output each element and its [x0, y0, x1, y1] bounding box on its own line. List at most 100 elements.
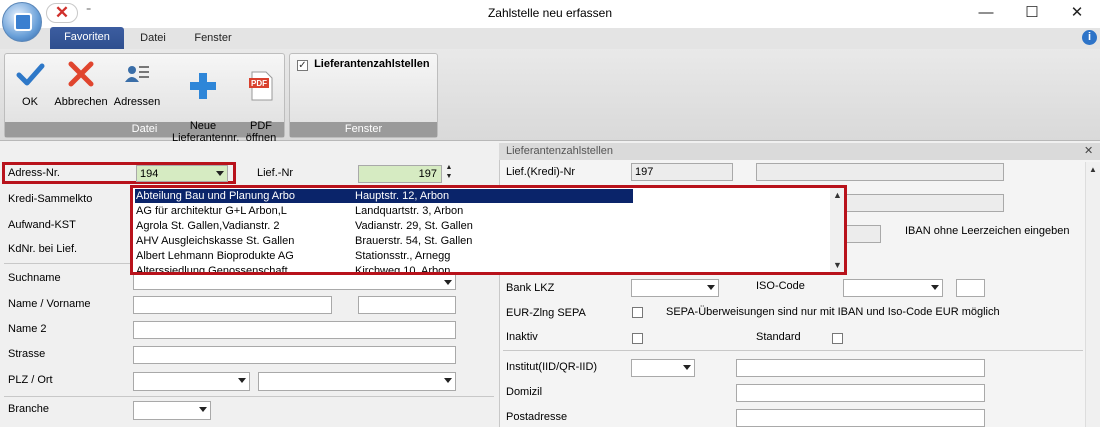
checkbox-checked[interactable]: ✓: [297, 60, 308, 71]
chevron-down-icon[interactable]: [931, 285, 939, 290]
plz-combobox[interactable]: [133, 372, 250, 391]
chevron-down-icon[interactable]: [444, 280, 452, 285]
institut-combobox[interactable]: [631, 359, 695, 377]
window-title: Zahlstelle neu erfassen: [487, 6, 613, 20]
list-item-address: Hauptstr. 12, Arbon: [355, 190, 450, 202]
pdf-file-icon: PDF: [245, 70, 277, 102]
iban-hint: IBAN ohne Leerzeichen eingeben: [905, 225, 1070, 237]
list-item-name: Abteilung Bau und Planung Arbo: [136, 190, 296, 202]
iso-extra-field[interactable]: [956, 279, 985, 297]
abbrechen-button[interactable]: Abbrechen: [52, 58, 110, 108]
scroll-down-icon[interactable]: ▼: [833, 260, 842, 270]
application-menu-button[interactable]: [2, 2, 42, 42]
chevron-down-icon[interactable]: [238, 378, 246, 383]
chevron-down-icon[interactable]: [199, 407, 207, 412]
postadresse-field[interactable]: [736, 409, 985, 427]
ok-label: OK: [22, 96, 38, 108]
adressen-button[interactable]: Adressen: [113, 58, 161, 108]
sepa-hint: SEPA-Überweisungen sind nur mit IBAN und…: [666, 306, 1000, 318]
lief-nr-label: Lief.-Nr: [257, 167, 294, 179]
lieferantenzahlstellen-label: Lieferantenzahlstellen: [314, 58, 430, 70]
panel-close-icon[interactable]: ✕: [1084, 144, 1093, 157]
inaktiv-checkbox[interactable]: [632, 333, 643, 344]
institut-label: Institut(IID/QR-IID): [506, 361, 598, 373]
close-button[interactable]: ✕: [1054, 0, 1100, 28]
panel-header: Lieferantenzahlstellen: [499, 143, 1100, 160]
adress-nr-combobox[interactable]: 194: [136, 165, 228, 182]
ort-combobox[interactable]: [258, 372, 456, 391]
group-label-fenster: Fenster: [290, 122, 437, 137]
iso-code-label: ISO-Code: [756, 280, 805, 292]
adressen-label: Adressen: [113, 96, 161, 108]
info-icon[interactable]: i: [1082, 30, 1097, 45]
scroll-up-icon[interactable]: ▲: [1089, 165, 1097, 174]
institut-field[interactable]: [736, 359, 985, 377]
name2-field[interactable]: [133, 321, 456, 339]
lieferantenzahlstellen-toggle[interactable]: ✓ Lieferantenzahlstellen: [297, 58, 430, 71]
chevron-down-icon[interactable]: [683, 365, 691, 370]
list-item[interactable]: Alterssiedlung Genossenschaft Kirchweg 10…: [133, 264, 833, 275]
kredi-sammelkto-label: Kredi-Sammelkto: [8, 193, 93, 205]
strasse-label: Strasse: [8, 348, 46, 360]
adress-nr-value: 194: [140, 168, 159, 180]
tab-favoriten[interactable]: Favoriten: [50, 27, 124, 49]
abbrechen-label: Abbrechen: [54, 96, 108, 108]
list-item[interactable]: Abteilung Bau und Planung Arbo Hauptstr. …: [133, 189, 833, 203]
list-item[interactable]: AHV Ausgleichskasse St. Gallen Brauerstr.…: [133, 234, 833, 248]
list-item-name: Alterssiedlung Genossenschaft: [136, 265, 288, 275]
address-book-icon: [121, 58, 153, 90]
suchname-combobox[interactable]: [133, 274, 456, 290]
cancel-x-icon: [65, 58, 97, 90]
chevron-down-icon[interactable]: [216, 171, 224, 176]
panel-scrollbar[interactable]: ▲: [1085, 162, 1100, 427]
svg-text:PDF: PDF: [251, 79, 267, 88]
lief-nr-spinner[interactable]: ▲ ▼: [443, 163, 455, 183]
maximize-button[interactable]: ☐: [1009, 0, 1055, 28]
minimize-button[interactable]: —: [963, 0, 1009, 28]
branche-label: Branche: [8, 403, 49, 415]
bank-lkz-label: Bank LKZ: [506, 282, 555, 294]
domizil-field[interactable]: [736, 384, 985, 402]
tab-datei[interactable]: Datei: [130, 28, 176, 50]
list-item-name: Albert Lehmann Bioprodukte AG: [136, 250, 294, 262]
lief-kredi-name-field[interactable]: [756, 163, 1004, 181]
iban-check-field[interactable]: [846, 225, 881, 243]
list-scrollbar[interactable]: ▲ ▼: [830, 188, 844, 272]
chevron-down-icon[interactable]: [707, 285, 715, 290]
lief-kredi-field[interactable]: 197: [631, 163, 733, 181]
tab-fenster[interactable]: Fenster: [185, 28, 241, 50]
name2-label: Name 2: [8, 323, 47, 335]
name-vorname-label: Name / Vorname: [8, 298, 91, 310]
ok-button[interactable]: OK: [11, 58, 49, 108]
address-dropdown-list[interactable]: Abteilung Bau und Planung Arbo Hauptstr. …: [130, 185, 847, 275]
name-field[interactable]: [133, 296, 332, 314]
checkmark-icon: [14, 58, 46, 90]
list-item-address: Landquartstr. 3, Arbon: [355, 205, 464, 217]
eur-zlng-label: EUR-Zlng SEPA: [506, 307, 586, 319]
list-item-name: Agrola St. Gallen,Vadianstr. 2: [136, 220, 280, 232]
plz-ort-label: PLZ / Ort: [8, 374, 53, 386]
scroll-up-icon[interactable]: ▲: [833, 190, 842, 200]
strasse-field[interactable]: [133, 346, 456, 364]
neue-lieferantennr-button[interactable]: Neue Lieferantennr.: [172, 58, 239, 144]
list-item[interactable]: AG für architektur G+L Arbon,L Landquarts…: [133, 204, 833, 218]
eur-zlng-checkbox[interactable]: [632, 307, 643, 318]
list-item[interactable]: Agrola St. Gallen,Vadianstr. 2 Vadianstr.…: [133, 219, 833, 233]
lief-nr-field[interactable]: 197: [358, 165, 442, 183]
inaktiv-label: Inaktiv: [506, 331, 538, 343]
list-item[interactable]: Albert Lehmann Bioprodukte AG Stationsstr…: [133, 249, 833, 263]
cube-icon: [14, 13, 32, 31]
postadresse-label: Postadresse: [506, 411, 568, 423]
standard-label: Standard: [756, 331, 801, 343]
divider: [4, 396, 494, 397]
vorname-field[interactable]: [358, 296, 456, 314]
list-item-address: Vadianstr. 29, St. Gallen: [355, 220, 473, 232]
list-item-name: AG für architektur G+L Arbon,L: [136, 205, 287, 217]
iso-code-combobox[interactable]: [843, 279, 943, 297]
branche-combobox[interactable]: [133, 401, 211, 420]
lief-kredi-label: Lief.(Kredi)-Nr: [506, 166, 576, 178]
bank-lkz-combobox[interactable]: [631, 279, 719, 297]
pdf-oeffnen-button[interactable]: PDF PDF öffnen: [240, 58, 282, 144]
chevron-down-icon[interactable]: [444, 378, 452, 383]
standard-checkbox[interactable]: [832, 333, 843, 344]
